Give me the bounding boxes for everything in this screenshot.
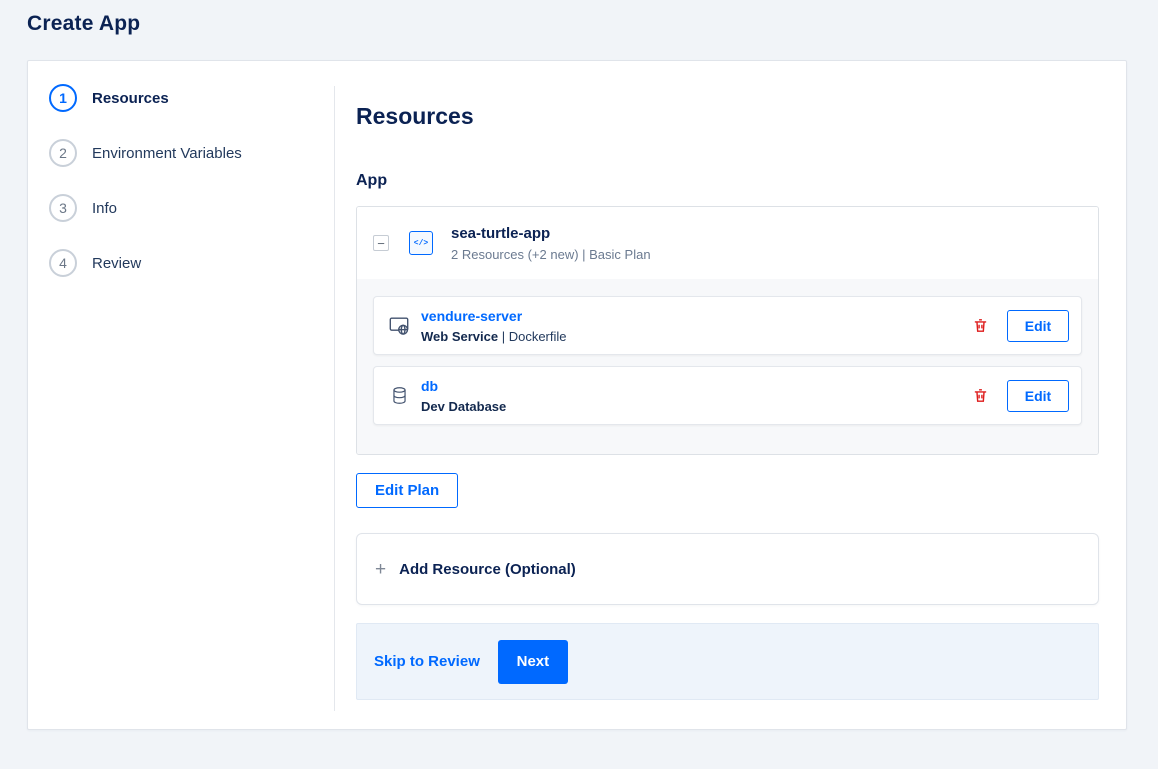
resource-description: Dev Database: [421, 399, 506, 414]
app-card: − </> sea-turtle-app 2 Resources (+2 new…: [356, 206, 1099, 455]
wizard-content: Resources App − </> sea-turtle-app 2 Res…: [335, 61, 1126, 729]
wizard-stepper: 1 Resources 2 Environment Variables 3 In…: [28, 61, 334, 729]
app-name: sea-turtle-app: [451, 224, 551, 242]
app-section-label: App: [356, 172, 388, 189]
step-review[interactable]: 4 Review: [49, 249, 334, 277]
step-label: Environment Variables: [92, 144, 242, 162]
app-card-body: vendure-server Web Service | Dockerfile …: [357, 279, 1098, 454]
step-number-badge: 4: [49, 249, 77, 277]
step-label: Review: [92, 254, 142, 272]
trash-icon: [974, 389, 987, 402]
trash-icon: [974, 319, 987, 332]
resource-text: db Dev Database: [421, 378, 506, 414]
skip-to-review-link[interactable]: Skip to Review: [374, 653, 480, 670]
edit-plan-button[interactable]: Edit Plan: [356, 473, 459, 508]
app-card-header: − </> sea-turtle-app 2 Resources (+2 new…: [357, 207, 1098, 279]
step-number-badge: 3: [49, 194, 77, 222]
resource-name-link[interactable]: vendure-server: [421, 308, 567, 324]
web-service-icon: [386, 315, 412, 337]
resource-type: Dev Database: [421, 398, 507, 414]
wizard-footer: Skip to Review Next: [356, 623, 1099, 700]
resource-description: Web Service | Dockerfile: [421, 329, 567, 344]
add-resource-label: Add Resource (Optional): [399, 560, 576, 578]
database-icon: [386, 386, 412, 405]
resource-text: vendure-server Web Service | Dockerfile: [421, 308, 567, 344]
delete-resource-button[interactable]: [970, 385, 991, 406]
app-title-block: sea-turtle-app 2 Resources (+2 new) | Ba…: [451, 225, 651, 262]
create-app-page: Create App 1 Resources 2 Environment Var…: [0, 0, 1158, 769]
step-number-badge: 1: [49, 84, 77, 112]
next-button[interactable]: Next: [497, 639, 568, 684]
resource-row: db Dev Database Edit: [373, 366, 1082, 425]
page-title: Create App: [27, 12, 141, 35]
resource-detail: | Dockerfile: [498, 328, 567, 344]
code-icon: </>: [409, 231, 433, 255]
wizard-card: 1 Resources 2 Environment Variables 3 In…: [27, 60, 1127, 730]
edit-resource-button[interactable]: Edit: [1007, 309, 1069, 342]
app-subtitle: 2 Resources (+2 new) | Basic Plan: [451, 246, 651, 262]
edit-resource-button[interactable]: Edit: [1007, 379, 1069, 412]
step-number-badge: 2: [49, 139, 77, 167]
step-label: Info: [92, 199, 118, 217]
collapse-button[interactable]: −: [373, 235, 389, 251]
step-environment-variables[interactable]: 2 Environment Variables: [49, 139, 334, 167]
resource-name-link[interactable]: db: [421, 378, 506, 394]
add-resource-button[interactable]: + Add Resource (Optional): [356, 533, 1099, 605]
step-resources[interactable]: 1 Resources: [49, 84, 334, 112]
content-heading: Resources: [356, 103, 474, 129]
resource-row: vendure-server Web Service | Dockerfile …: [373, 296, 1082, 355]
plus-icon: +: [375, 558, 387, 580]
resource-type: Web Service: [421, 328, 499, 344]
step-info[interactable]: 3 Info: [49, 194, 334, 222]
step-label: Resources: [92, 89, 169, 107]
delete-resource-button[interactable]: [970, 315, 991, 336]
minus-icon: −: [377, 235, 385, 251]
